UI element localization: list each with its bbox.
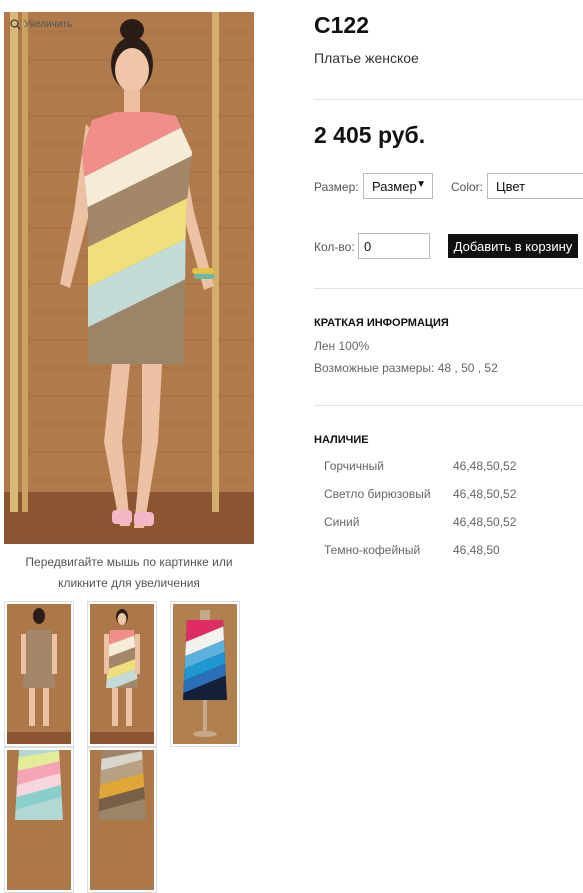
availability-heading: НАЛИЧИЕ xyxy=(314,434,369,446)
dress-photo-image xyxy=(4,12,254,544)
availability-color: Синий xyxy=(324,515,360,529)
thumbnail-back-view[interactable] xyxy=(4,601,74,747)
thumbnail-mannequin-red-blue[interactable] xyxy=(170,601,240,747)
thumbnail-fabric-mustard-image xyxy=(90,750,154,890)
zoom-label: Увеличить xyxy=(24,19,73,30)
size-select[interactable]: Размер ▼ xyxy=(363,173,433,199)
photo-caption: Передвигайте мышь по картинке или кликни… xyxy=(25,555,233,590)
color-select[interactable]: Цвет xyxy=(487,173,583,199)
summary-line-sizes: Возможные размеры: 48 , 50 , 52 xyxy=(314,361,498,375)
thumbnail-mannequin-image xyxy=(173,604,237,744)
color-select-value: Цвет xyxy=(496,179,526,194)
thumbnail-fabric-pastel-image xyxy=(7,750,71,890)
thumbnail-fabric-pastel[interactable] xyxy=(4,747,74,893)
size-select-value: Размер xyxy=(372,179,417,194)
availability-color: Светло бирюзовый xyxy=(324,487,431,501)
main-product-photo[interactable]: Увеличить xyxy=(4,12,254,544)
product-price: 2 405 руб. xyxy=(314,122,426,148)
magnifier-icon xyxy=(10,19,21,30)
divider xyxy=(314,99,583,100)
chevron-down-icon: ▼ xyxy=(416,179,426,190)
product-subtitle: Платье женское xyxy=(314,50,419,66)
availability-sizes: 46,48,50,52 xyxy=(453,515,517,529)
availability-color: Темно-кофейный xyxy=(324,543,421,557)
thumbnail-front-view-image xyxy=(90,604,154,744)
color-label: Color: xyxy=(451,180,484,194)
quantity-label: Кол-во: xyxy=(314,240,355,254)
thumbnail-fabric-mustard[interactable] xyxy=(87,747,157,893)
summary-heading: КРАТКАЯ ИНФОРМАЦИЯ xyxy=(314,317,449,329)
availability-sizes: 46,48,50,52 xyxy=(453,459,517,473)
quantity-input[interactable] xyxy=(358,233,430,259)
zoom-hint[interactable]: Увеличить xyxy=(10,19,72,30)
size-label: Размер: xyxy=(314,180,359,194)
product-code: С122 xyxy=(314,12,369,38)
divider xyxy=(314,288,583,289)
thumbnail-front-view[interactable] xyxy=(87,601,157,747)
summary-line-material: Лен 100% xyxy=(314,339,370,353)
availability-sizes: 46,48,50 xyxy=(453,543,500,557)
divider xyxy=(314,405,583,406)
add-to-cart-button[interactable]: Добавить в корзину xyxy=(448,234,578,258)
thumbnail-back-view-image xyxy=(7,604,71,744)
availability-color: Горчичный xyxy=(324,459,384,473)
availability-sizes: 46,48,50,52 xyxy=(453,487,517,501)
